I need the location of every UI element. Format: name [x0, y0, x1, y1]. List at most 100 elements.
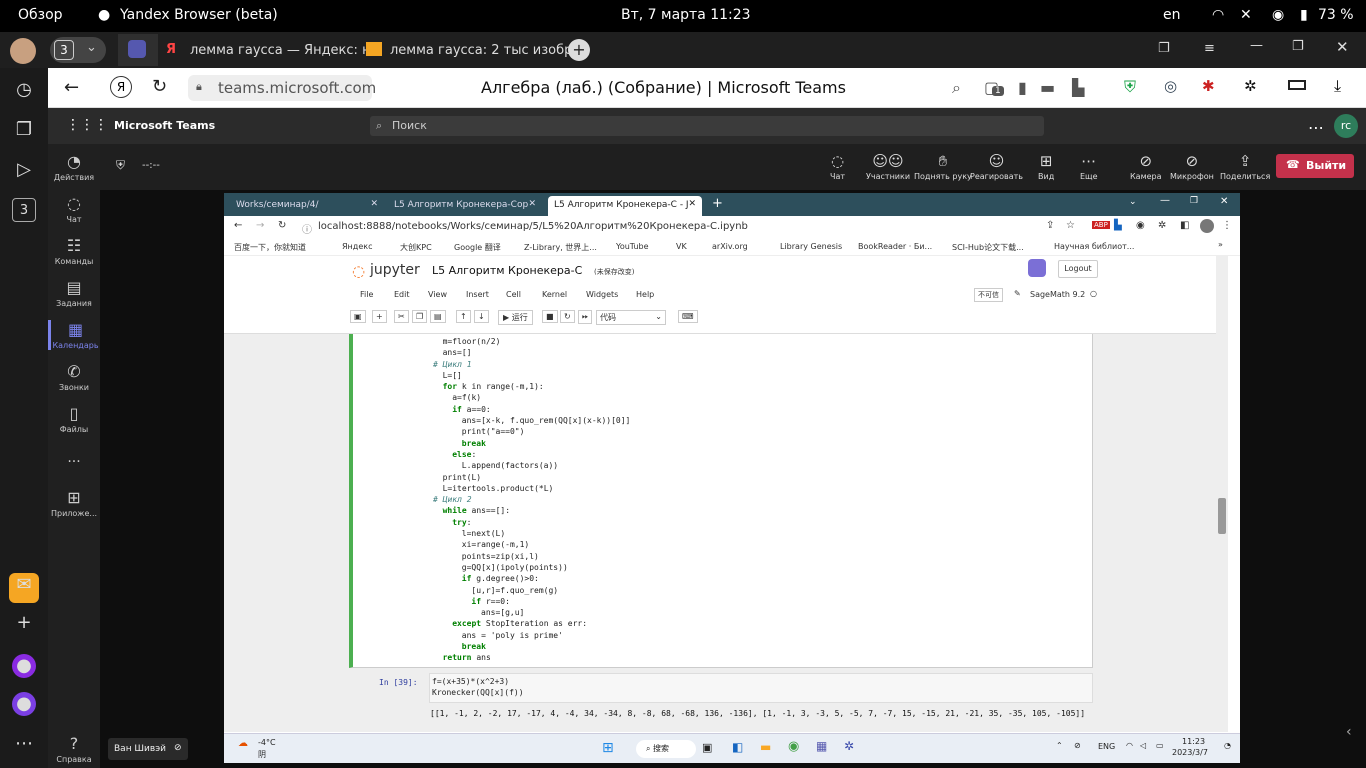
- puzzle-icon[interactable]: ✲: [1158, 220, 1166, 231]
- ext-c-icon[interactable]: ✲: [1244, 77, 1257, 95]
- new-tab-icon[interactable]: +: [712, 196, 723, 211]
- mail-icon[interactable]: ✉: [9, 573, 39, 603]
- share-page-icon[interactable]: ⇪: [1046, 220, 1054, 231]
- back-icon[interactable]: ←: [234, 220, 242, 231]
- forward-icon[interactable]: →: [256, 220, 264, 231]
- menu-help[interactable]: Help: [636, 290, 654, 299]
- menu-widgets[interactable]: Widgets: [586, 290, 618, 299]
- bookmark-12[interactable]: Научная библиот...: [1054, 242, 1134, 251]
- keyboard-layout[interactable]: en: [1163, 7, 1181, 23]
- rail-apps[interactable]: ⊞ Приложе...: [48, 488, 100, 518]
- cell-type-select[interactable]: 代码 ⌄: [596, 310, 666, 325]
- more-icon[interactable]: ⋯: [1308, 118, 1324, 137]
- tab-images[interactable]: лемма гаусса: 2 тыс изобр: [358, 34, 572, 66]
- bookmark-2[interactable]: Яндекс: [342, 242, 372, 251]
- clock[interactable]: Вт, 7 марта 11:23: [621, 7, 751, 23]
- raise-hand-button[interactable]: ✋︎ Поднять руку: [914, 152, 972, 181]
- cell-input[interactable]: f=(x+35)*(x^2+3) Kronecker(QQ[x](f)): [429, 673, 1093, 703]
- move-down-icon[interactable]: ↓: [474, 310, 489, 323]
- file-explorer-icon[interactable]: ▬: [760, 740, 771, 754]
- minimize-icon[interactable]: —: [1250, 38, 1263, 53]
- add-icon[interactable]: +: [12, 611, 36, 635]
- app-icon-1[interactable]: ●: [12, 654, 36, 678]
- rail-calendar[interactable]: ▦ Календарь: [48, 320, 100, 350]
- counter-icon[interactable]: 3: [12, 198, 36, 222]
- battery-ext-icon[interactable]: [1288, 80, 1306, 90]
- weather-temp[interactable]: -4°C: [258, 738, 276, 747]
- app-icon[interactable]: ◧: [732, 740, 743, 754]
- paste-icon[interactable]: ▤: [430, 310, 446, 323]
- star-icon[interactable]: ☆: [1066, 220, 1075, 231]
- wifi-icon[interactable]: ◠: [1126, 741, 1133, 750]
- task-view-icon[interactable]: ▣: [702, 741, 712, 754]
- app-launcher-icon[interactable]: ⋮⋮⋮: [66, 117, 108, 133]
- avatar[interactable]: [1200, 219, 1214, 233]
- app-grid-icon[interactable]: ⋯: [12, 732, 36, 756]
- maximize-icon[interactable]: ❐: [1292, 39, 1304, 54]
- more-bookmarks-icon[interactable]: »: [1218, 240, 1223, 249]
- tab-search[interactable]: Я лемма гаусса — Яндекс: н: [160, 34, 371, 66]
- logout-button[interactable]: Logout: [1058, 260, 1098, 278]
- stop-icon[interactable]: ■: [542, 310, 558, 323]
- restart-icon[interactable]: ↻: [560, 310, 575, 323]
- avatar[interactable]: rc: [1334, 114, 1358, 138]
- reload-icon[interactable]: ↻: [278, 220, 286, 231]
- camera-button[interactable]: ⊘ Камера: [1130, 152, 1162, 181]
- minimize-icon[interactable]: —: [1160, 195, 1170, 206]
- app-name[interactable]: Yandex Browser (beta): [120, 7, 278, 23]
- teams-icon[interactable]: ▦: [816, 739, 827, 753]
- yandex-home-icon[interactable]: Я: [110, 76, 132, 98]
- rail-files[interactable]: ▯ Файлы: [48, 404, 100, 434]
- search-icon[interactable]: ⌕: [952, 78, 961, 98]
- bookmark-6[interactable]: YouTube: [616, 242, 649, 251]
- bookmark-3[interactable]: 大创KPC: [400, 242, 432, 253]
- react-button[interactable]: ☺ Реагировать: [970, 152, 1023, 181]
- participants-button[interactable]: ☺☺ Участники: [866, 152, 910, 181]
- rail-more[interactable]: ...: [48, 450, 100, 466]
- history-icon[interactable]: ◷: [12, 78, 36, 102]
- message-icon[interactable]: ▬: [1040, 78, 1055, 97]
- more-icon[interactable]: ⋮: [1222, 220, 1232, 231]
- download-icon[interactable]: ⤓: [1334, 76, 1341, 96]
- taskbar-time[interactable]: 11:23: [1182, 737, 1205, 746]
- jupyter-logo[interactable]: ◌: [352, 262, 365, 280]
- volume-icon[interactable]: ◁: [1140, 741, 1146, 750]
- cell-code[interactable]: m=floor(n/2) ans=[] # Цикл 1 L=[] for k in r…: [433, 336, 630, 664]
- maximize-icon[interactable]: ❐: [1190, 196, 1198, 206]
- bookmark-7[interactable]: VK: [676, 242, 687, 251]
- shared-tab-2[interactable]: L5 Алгоритм Кронекера-Cop ✕: [388, 196, 542, 216]
- reload-icon[interactable]: ↻: [152, 76, 167, 97]
- add-cell-icon[interactable]: +: [372, 310, 387, 323]
- menu-icon[interactable]: ≡: [1204, 41, 1215, 56]
- more-button[interactable]: ⋯ Еще: [1080, 152, 1098, 181]
- fast-forward-icon[interactable]: ⏩︎: [578, 310, 593, 324]
- cut-icon[interactable]: ✂: [394, 310, 409, 323]
- bookmark-8[interactable]: arXiv.org: [712, 242, 748, 251]
- start-icon[interactable]: ⊞: [602, 740, 614, 756]
- battery-icon[interactable]: ▮: [1300, 7, 1308, 23]
- shared-url[interactable]: localhost:8888/notebooks/Works/семинар/5…: [318, 221, 748, 232]
- rail-chat[interactable]: ◌ Чат: [48, 194, 100, 224]
- bookmark-1[interactable]: 百度一下，你就知道: [234, 242, 306, 253]
- bookmark-5[interactable]: Z-Library, 世界上...: [524, 242, 597, 253]
- chrome-icon[interactable]: ◉: [788, 739, 799, 754]
- ext-b-icon[interactable]: ✱: [1202, 77, 1215, 95]
- menu-edit[interactable]: Edit: [394, 290, 410, 299]
- menu-insert[interactable]: Insert: [466, 290, 489, 299]
- rail-calls[interactable]: ✆ Звонки: [48, 362, 100, 392]
- taskbar-date[interactable]: 2023/3/7: [1172, 748, 1208, 757]
- menu-kernel[interactable]: Kernel: [542, 290, 567, 299]
- close-icon[interactable]: ✕: [1336, 38, 1349, 56]
- scrollbar-thumb[interactable]: [1218, 498, 1226, 534]
- jupyter-wordmark[interactable]: jupyter: [370, 262, 420, 278]
- input-lang[interactable]: ENG: [1098, 742, 1115, 751]
- chevron-down-icon[interactable]: ⌄: [1129, 197, 1137, 207]
- bookmark-4[interactable]: Google 翻译: [454, 242, 501, 253]
- menu-cell[interactable]: Cell: [506, 290, 521, 299]
- mic-muted-icon[interactable]: ◉: [1272, 7, 1284, 23]
- run-button[interactable]: ▶ 运行: [498, 310, 533, 325]
- trust-button[interactable]: 不可信: [974, 288, 1003, 302]
- view-button[interactable]: ⊞ Вид: [1038, 152, 1054, 181]
- meeting-chat-button[interactable]: ◌ Чат: [830, 152, 845, 181]
- ext-circle-icon[interactable]: ◉: [1136, 220, 1145, 231]
